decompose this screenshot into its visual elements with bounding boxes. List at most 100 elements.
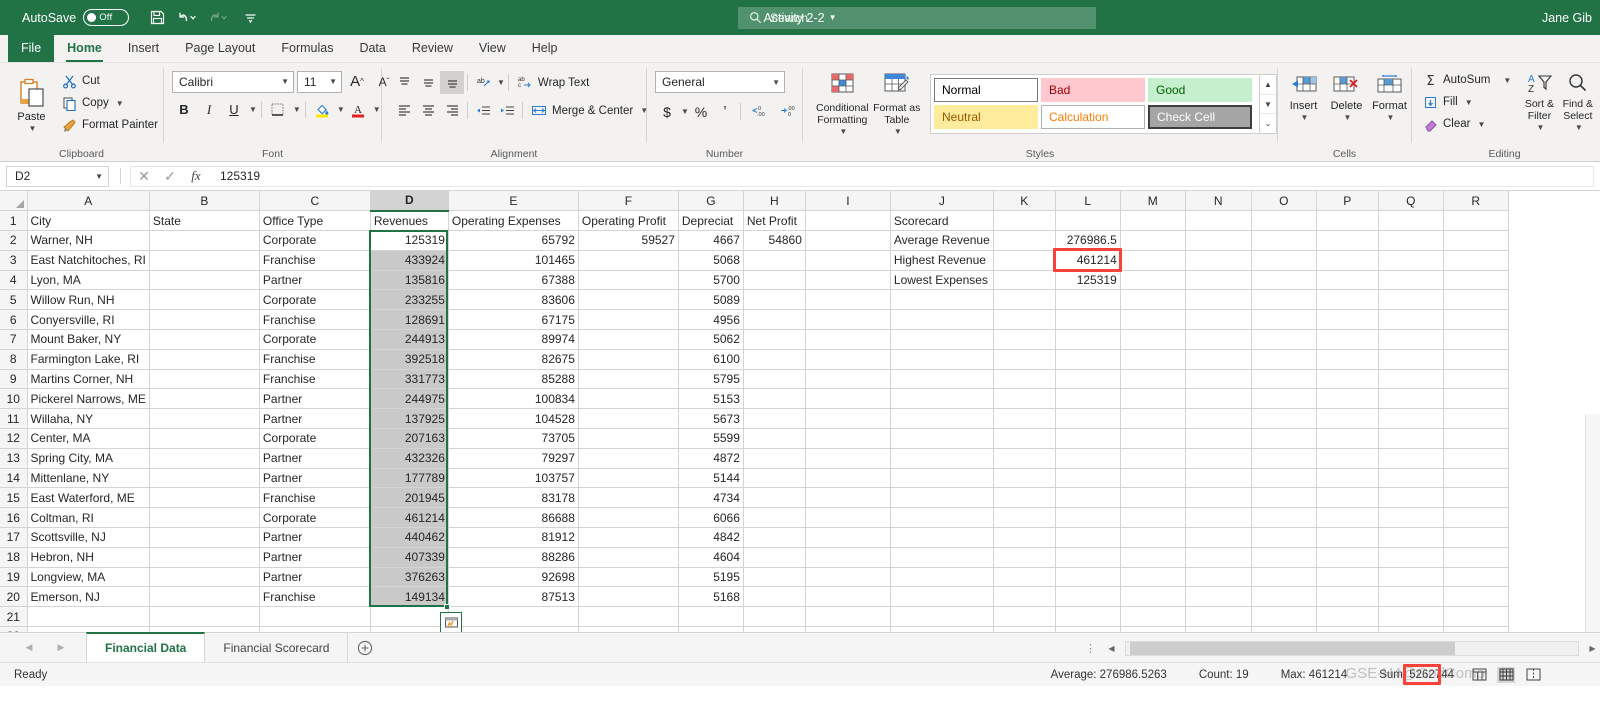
cell-F1[interactable]: Operating Profit <box>578 210 679 232</box>
cell-J3[interactable]: Highest Revenue <box>890 250 994 271</box>
cell-I10[interactable] <box>805 388 891 410</box>
cell-Q16[interactable] <box>1378 507 1444 529</box>
cell-style-bad[interactable]: Bad <box>1041 78 1145 102</box>
cell-Q19[interactable] <box>1378 567 1444 588</box>
cell-P4[interactable] <box>1316 270 1379 291</box>
cell-F14[interactable] <box>578 468 679 489</box>
cell-H5[interactable] <box>743 289 806 311</box>
tab-view[interactable]: View <box>466 35 519 62</box>
table-row[interactable]: 10 Pickerel Narrows, ME Partner 244975 10083… <box>0 388 1509 410</box>
cell-Q12[interactable] <box>1378 428 1444 449</box>
column-header-p[interactable]: P <box>1316 191 1379 212</box>
fill-button[interactable]: Fill ▼ <box>1418 91 1516 113</box>
cell-R10[interactable] <box>1443 388 1509 410</box>
cell-K3[interactable] <box>993 250 1056 271</box>
copy-button[interactable]: Copy ▼ <box>57 92 163 114</box>
cell-J21[interactable] <box>890 606 994 628</box>
cell-B5[interactable] <box>149 289 260 311</box>
cell-J4[interactable]: Lowest Expenses <box>890 270 994 291</box>
cell-C17[interactable]: Partner <box>259 527 371 548</box>
gallery-scroll-up-icon[interactable]: ▲ <box>1260 75 1276 95</box>
cell-F2[interactable]: 59527 <box>578 230 679 251</box>
cell-H3[interactable] <box>743 250 806 271</box>
row-header-17[interactable]: 17 <box>0 527 28 548</box>
cell-Q3[interactable] <box>1378 250 1444 271</box>
cell-K5[interactable] <box>993 289 1056 311</box>
cell-L7[interactable] <box>1055 329 1121 350</box>
cell-E21[interactable] <box>448 606 579 628</box>
autosave-control[interactable]: AutoSave Off <box>22 9 130 26</box>
cell-C12[interactable]: Corporate <box>259 428 371 449</box>
cell-L17[interactable] <box>1055 527 1121 548</box>
cell-R1[interactable] <box>1443 210 1509 232</box>
comma-format-button[interactable]: ’ <box>713 100 737 123</box>
cell-A8[interactable]: Farmington Lake, RI <box>27 349 150 370</box>
cell-P6[interactable] <box>1316 309 1379 331</box>
cell-D6[interactable]: 128691 <box>370 309 449 331</box>
row-header-10[interactable]: 10 <box>0 388 28 410</box>
column-header-g[interactable]: G <box>678 191 744 212</box>
cell-E9[interactable]: 85288 <box>448 369 579 390</box>
column-header-l[interactable]: L <box>1055 191 1121 212</box>
align-right-button[interactable] <box>440 99 464 122</box>
cut-button[interactable]: Cut <box>57 70 163 92</box>
row-header-7[interactable]: 7 <box>0 329 28 350</box>
cell-L16[interactable] <box>1055 507 1121 529</box>
autosum-chevron-down-icon[interactable]: ▼ <box>1503 76 1511 85</box>
cell-C9[interactable]: Franchise <box>259 369 371 390</box>
percent-format-button[interactable]: % <box>689 100 713 123</box>
cell-K16[interactable] <box>993 507 1056 529</box>
cell-R15[interactable] <box>1443 487 1509 509</box>
font-size-chevron-down-icon[interactable]: ▼ <box>329 77 337 86</box>
italic-button[interactable]: I <box>197 98 221 121</box>
cell-L1[interactable] <box>1055 210 1121 232</box>
column-header-a[interactable]: A <box>27 191 150 212</box>
cell-B18[interactable] <box>149 547 260 568</box>
cell-D9[interactable]: 331773 <box>370 369 449 390</box>
cell-C3[interactable]: Franchise <box>259 250 371 271</box>
increase-decimal-button[interactable]: 0.00 <box>744 100 774 123</box>
cell-G15[interactable]: 4734 <box>678 487 744 509</box>
cell-F7[interactable] <box>578 329 679 350</box>
cell-J5[interactable] <box>890 289 994 311</box>
cell-K15[interactable] <box>993 487 1056 509</box>
cell-N4[interactable] <box>1185 270 1252 291</box>
cell-H20[interactable] <box>743 586 806 608</box>
sheet-tab-financial-scorecard[interactable]: Financial Scorecard <box>205 632 349 663</box>
increase-indent-button[interactable] <box>495 99 519 122</box>
cell-A11[interactable]: Willaha, NY <box>27 408 150 430</box>
cell-F10[interactable] <box>578 388 679 410</box>
cell-K19[interactable] <box>993 567 1056 588</box>
cell-R13[interactable] <box>1443 448 1509 469</box>
cell-L5[interactable] <box>1055 289 1121 311</box>
cell-B1[interactable]: State <box>149 210 260 232</box>
cell-N19[interactable] <box>1185 567 1252 588</box>
column-header-h[interactable]: H <box>743 191 806 212</box>
cell-P15[interactable] <box>1316 487 1379 509</box>
cell-I15[interactable] <box>805 487 891 509</box>
cell-R6[interactable] <box>1443 309 1509 331</box>
cell-N14[interactable] <box>1185 468 1252 489</box>
vertical-scrollbar[interactable] <box>1585 414 1600 632</box>
enter-icon[interactable]: ✓ <box>157 165 183 187</box>
font-size-combo[interactable]: 11 ▼ <box>297 70 342 93</box>
cell-R19[interactable] <box>1443 567 1509 588</box>
cell-J17[interactable] <box>890 527 994 548</box>
borders-button[interactable] <box>266 98 290 121</box>
cell-H7[interactable] <box>743 329 806 350</box>
cell-P5[interactable] <box>1316 289 1379 311</box>
cell-M4[interactable] <box>1120 270 1186 291</box>
tab-review[interactable]: Review <box>399 35 466 62</box>
column-header-n[interactable]: N <box>1185 191 1252 212</box>
cell-R3[interactable] <box>1443 250 1509 271</box>
cell-F20[interactable] <box>578 586 679 608</box>
cell-N21[interactable] <box>1185 606 1252 628</box>
cell-Q1[interactable] <box>1378 210 1444 232</box>
fill-color-button[interactable] <box>310 98 334 121</box>
cell-R20[interactable] <box>1443 586 1509 608</box>
cell-K10[interactable] <box>993 388 1056 410</box>
add-sheet-icon[interactable] <box>348 640 382 656</box>
cell-E4[interactable]: 67388 <box>448 270 579 291</box>
table-row[interactable]: 14 Mittenlane, NY Partner 177789 103757 5144 <box>0 468 1509 489</box>
cell-style-good[interactable]: Good <box>1148 78 1252 102</box>
